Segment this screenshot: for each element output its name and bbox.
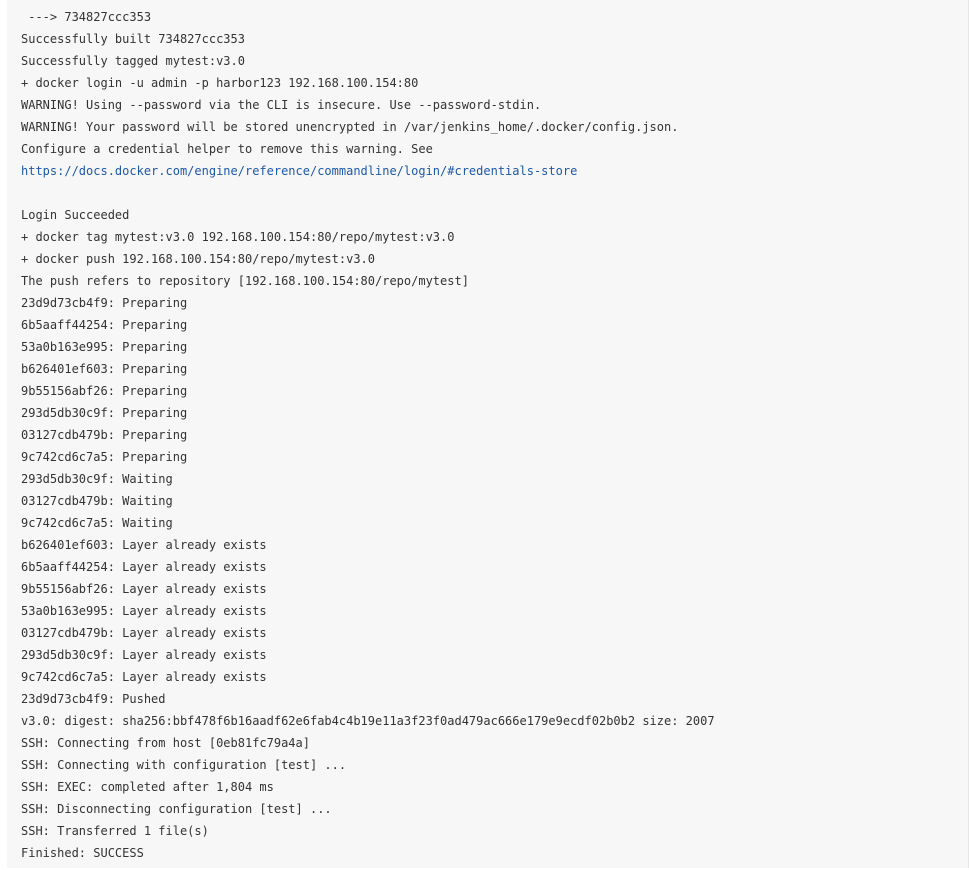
console-line: b626401ef603: Layer already exists (21, 538, 267, 552)
console-output: ---> 734827ccc353 Successfully built 7348… (7, 0, 969, 868)
console-line: + docker login -u admin -p harbor123 192… (21, 76, 419, 90)
console-line: 03127cdb479b: Waiting (21, 494, 173, 508)
console-line: Configure a credential helper to remove … (21, 142, 433, 156)
console-line: 03127cdb479b: Layer already exists (21, 626, 267, 640)
console-line: ---> 734827ccc353 (21, 10, 152, 24)
console-line: 53a0b163e995: Preparing (21, 340, 188, 354)
console-line: Successfully tagged mytest:v3.0 (21, 54, 245, 68)
console-line: Login Succeeded (21, 208, 130, 222)
credentials-store-link[interactable]: https://docs.docker.com/engine/reference… (21, 164, 577, 178)
console-line: SSH: EXEC: completed after 1,804 ms (21, 780, 274, 794)
console-line: v3.0: digest: sha256:bbf478f6b16aadf62e6… (21, 714, 715, 728)
console-line: Successfully built 734827ccc353 (21, 32, 245, 46)
console-line: WARNING! Your password will be stored un… (21, 120, 679, 134)
console-line: 9b55156abf26: Layer already exists (21, 582, 267, 596)
console-line: Finished: SUCCESS (21, 846, 144, 860)
console-line: SSH: Transferred 1 file(s) (21, 824, 209, 838)
console-line: 9b55156abf26: Preparing (21, 384, 188, 398)
console-line: 293d5db30c9f: Preparing (21, 406, 188, 420)
console-line: b626401ef603: Preparing (21, 362, 188, 376)
console-line: + docker push 192.168.100.154:80/repo/my… (21, 252, 376, 266)
console-line: SSH: Disconnecting configuration [test] … (21, 802, 332, 816)
console-line: 293d5db30c9f: Layer already exists (21, 648, 267, 662)
console-line: 9c742cd6c7a5: Waiting (21, 516, 173, 530)
console-line: + docker tag mytest:v3.0 192.168.100.154… (21, 230, 455, 244)
console-line: The push refers to repository [192.168.1… (21, 274, 469, 288)
console-line: 9c742cd6c7a5: Preparing (21, 450, 188, 464)
console-line: 6b5aaff44254: Preparing (21, 318, 188, 332)
console-line: 6b5aaff44254: Layer already exists (21, 560, 267, 574)
console-line: SSH: Connecting from host [0eb81fc79a4a] (21, 736, 310, 750)
console-line: 23d9d73cb4f9: Preparing (21, 296, 188, 310)
console-line: 9c742cd6c7a5: Layer already exists (21, 670, 267, 684)
console-line: WARNING! Using --password via the CLI is… (21, 98, 542, 112)
console-line: SSH: Connecting with configuration [test… (21, 758, 347, 772)
console-line: 23d9d73cb4f9: Pushed (21, 692, 166, 706)
console-line: 03127cdb479b: Preparing (21, 428, 188, 442)
console-line: 293d5db30c9f: Waiting (21, 472, 173, 486)
console-line: 53a0b163e995: Layer already exists (21, 604, 267, 618)
console-line-link: https://docs.docker.com/engine/reference… (21, 160, 969, 182)
